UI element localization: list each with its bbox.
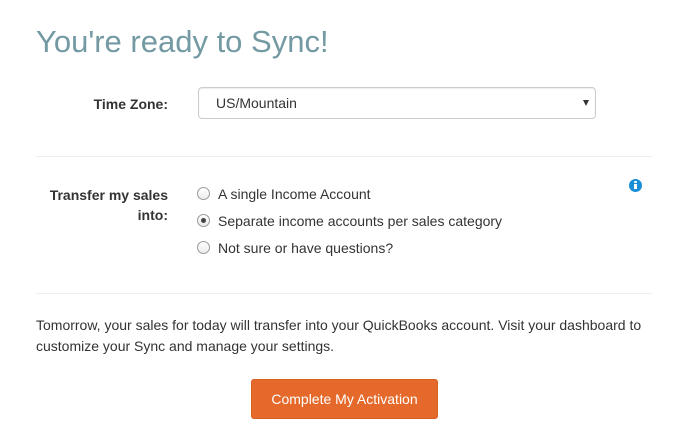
time-zone-selected-value: US/Mountain [216, 95, 297, 111]
info-icon[interactable] [629, 179, 642, 192]
time-zone-label: Time Zone: [93, 96, 168, 112]
page-title: You're ready to Sync! [36, 24, 329, 59]
section-divider [36, 293, 652, 294]
complete-activation-button[interactable]: Complete My Activation [251, 379, 438, 419]
radio-label: Not sure or have questions? [218, 240, 394, 256]
radio-button[interactable] [197, 187, 210, 200]
radio-label: A single Income Account [218, 186, 371, 202]
radio-label: Separate income accounts per sales categ… [218, 213, 503, 229]
time-zone-select[interactable]: US/Mountain [198, 87, 596, 119]
transfer-sales-label: Transfer my sales into: [49, 187, 168, 223]
dropdown-caret-icon [583, 100, 589, 106]
radio-button-selected[interactable] [197, 214, 210, 227]
section-divider [36, 156, 652, 157]
radio-button[interactable] [197, 241, 210, 254]
sync-info-message: Tomorrow, your sales for today will tran… [36, 317, 642, 354]
